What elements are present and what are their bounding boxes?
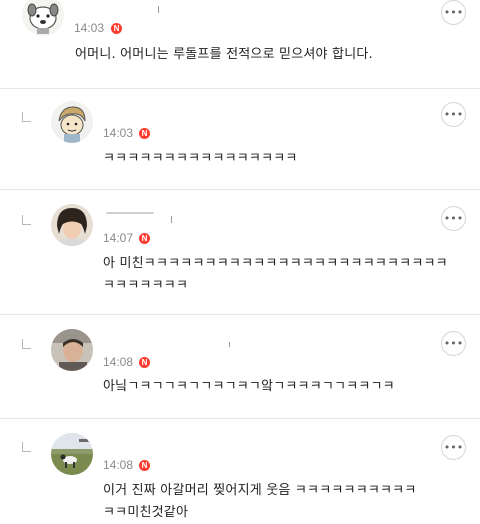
- more-options-button[interactable]: •••: [441, 206, 466, 231]
- comment-text: ㅋㅋㅋㅋㅋㅋㅋ: [103, 278, 189, 293]
- author-name-redacted: [171, 216, 172, 223]
- reply-corner-icon: [22, 112, 31, 122]
- reply-corner-icon: [22, 339, 31, 349]
- comment-time: 14:08: [103, 355, 134, 369]
- avatar[interactable]: [51, 329, 93, 371]
- avatar[interactable]: [51, 101, 93, 143]
- comment-time: 14:07: [103, 231, 134, 245]
- ellipsis-icon: •••: [443, 337, 464, 350]
- avatar-photo: [51, 204, 93, 246]
- reply-item: 14:03 N ••• ㅋㅋㅋㅋㅋㅋㅋㅋㅋㅋㅋㅋㅋㅋㅋㅋ: [0, 89, 480, 189]
- more-options-button[interactable]: •••: [441, 0, 466, 25]
- comment-text: 어머니. 어머니는 루돌프를 전적으로 믿으셔야 합니다.: [75, 47, 373, 62]
- comment-text: ㅋㅋ미친것같아: [103, 505, 189, 520]
- more-options-button[interactable]: •••: [441, 331, 466, 356]
- reply-item: 14:08 N ••• 아닠ㄱㅋㄱㄱㅋㄱㄱㅋㄱㅋㄱ앜ㄱㅋㅋㅋㄱㄱㅋㅋㄱㅋ: [0, 315, 480, 418]
- more-options-button[interactable]: •••: [441, 102, 466, 127]
- avatar[interactable]: [22, 0, 64, 36]
- author-name-redacted: [229, 342, 230, 347]
- comment-text: 이거 진짜 아갈머리 찢어지게 웃음 ㅋㅋㅋㅋㅋㅋㅋㅋㅋㅋ: [103, 483, 417, 498]
- ellipsis-icon: •••: [443, 441, 464, 454]
- avatar-cartoon-illustration: [51, 101, 93, 143]
- author-name-redacted: [106, 212, 154, 214]
- reply-item: 14:08 N ••• 이거 진짜 아갈머리 찢어지게 웃음 ㅋㅋㅋㅋㅋㅋㅋㅋㅋ…: [0, 419, 480, 524]
- comment-time: 14:03: [74, 21, 105, 35]
- ellipsis-icon: •••: [443, 6, 464, 19]
- avatar[interactable]: [51, 433, 93, 475]
- comment-item: 14:03 N ••• 어머니. 어머니는 루돌프를 전적으로 믿으셔야 합니다…: [0, 0, 480, 88]
- comment-text: 아 미친ㅋㅋㅋㅋㅋㅋㅋㅋㅋㅋㅋㅋㅋㅋㅋㅋㅋㅋㅋㅋㅋㅋㅋㅋㅋ: [103, 256, 448, 271]
- new-badge: N: [139, 233, 150, 244]
- new-badge: N: [139, 460, 150, 471]
- comment-time: 14:08: [103, 458, 134, 472]
- ellipsis-icon: •••: [443, 212, 464, 225]
- more-options-button[interactable]: •••: [441, 435, 466, 460]
- reply-corner-icon: [22, 215, 31, 225]
- new-badge: N: [139, 128, 150, 139]
- avatar-photo: [51, 433, 93, 475]
- reply-item: 14:07 N ••• 아 미친ㅋㅋㅋㅋㅋㅋㅋㅋㅋㅋㅋㅋㅋㅋㅋㅋㅋㅋㅋㅋㅋㅋㅋㅋ…: [0, 190, 480, 314]
- new-badge: N: [139, 357, 150, 368]
- author-name-redacted: [158, 6, 159, 13]
- comment-time: 14:03: [103, 126, 134, 140]
- comment-text: 아닠ㄱㅋㄱㄱㅋㄱㄱㅋㄱㅋㄱ앜ㄱㅋㅋㅋㄱㄱㅋㅋㄱㅋ: [103, 379, 395, 394]
- ellipsis-icon: •••: [443, 108, 464, 121]
- comment-text: ㅋㅋㅋㅋㅋㅋㅋㅋㅋㅋㅋㅋㅋㅋㅋㅋ: [103, 151, 298, 166]
- reply-corner-icon: [22, 442, 31, 452]
- new-badge: N: [111, 23, 122, 34]
- avatar[interactable]: [51, 204, 93, 246]
- avatar-dog-illustration: [22, 0, 64, 36]
- avatar-photo: [51, 329, 93, 371]
